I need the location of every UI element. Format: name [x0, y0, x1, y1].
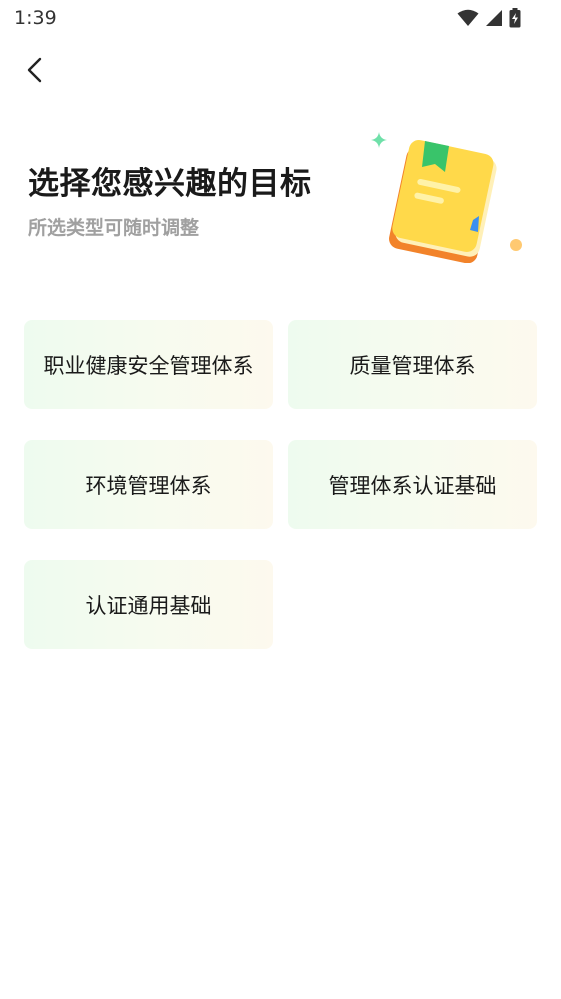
status-bar: 1:39: [0, 0, 561, 38]
option-card[interactable]: 质量管理体系: [288, 320, 537, 409]
option-label: 职业健康安全管理体系: [43, 353, 254, 378]
book-illustration: [371, 132, 522, 263]
wifi-icon: [457, 9, 479, 26]
status-time: 1:39: [14, 7, 57, 29]
option-card[interactable]: 认证通用基础: [24, 560, 273, 649]
status-icons: [457, 8, 521, 28]
option-card[interactable]: 管理体系认证基础: [288, 440, 537, 529]
option-label: 认证通用基础: [85, 593, 212, 618]
option-card[interactable]: 职业健康安全管理体系: [24, 320, 273, 409]
sparkle-icon: [371, 132, 387, 148]
option-card[interactable]: 环境管理体系: [24, 440, 273, 529]
chevron-left-icon: [27, 57, 42, 83]
option-label: 环境管理体系: [85, 473, 212, 498]
battery-charging-icon: [509, 8, 521, 28]
dot-decoration: [510, 239, 522, 251]
option-label: 质量管理体系: [349, 353, 476, 378]
cellular-signal-icon: [486, 10, 502, 26]
page-subtitle: 所选类型可随时调整: [28, 217, 200, 239]
option-label: 管理体系认证基础: [328, 473, 497, 498]
page-title: 选择您感兴趣的目标: [28, 166, 312, 202]
back-button[interactable]: [20, 54, 54, 88]
